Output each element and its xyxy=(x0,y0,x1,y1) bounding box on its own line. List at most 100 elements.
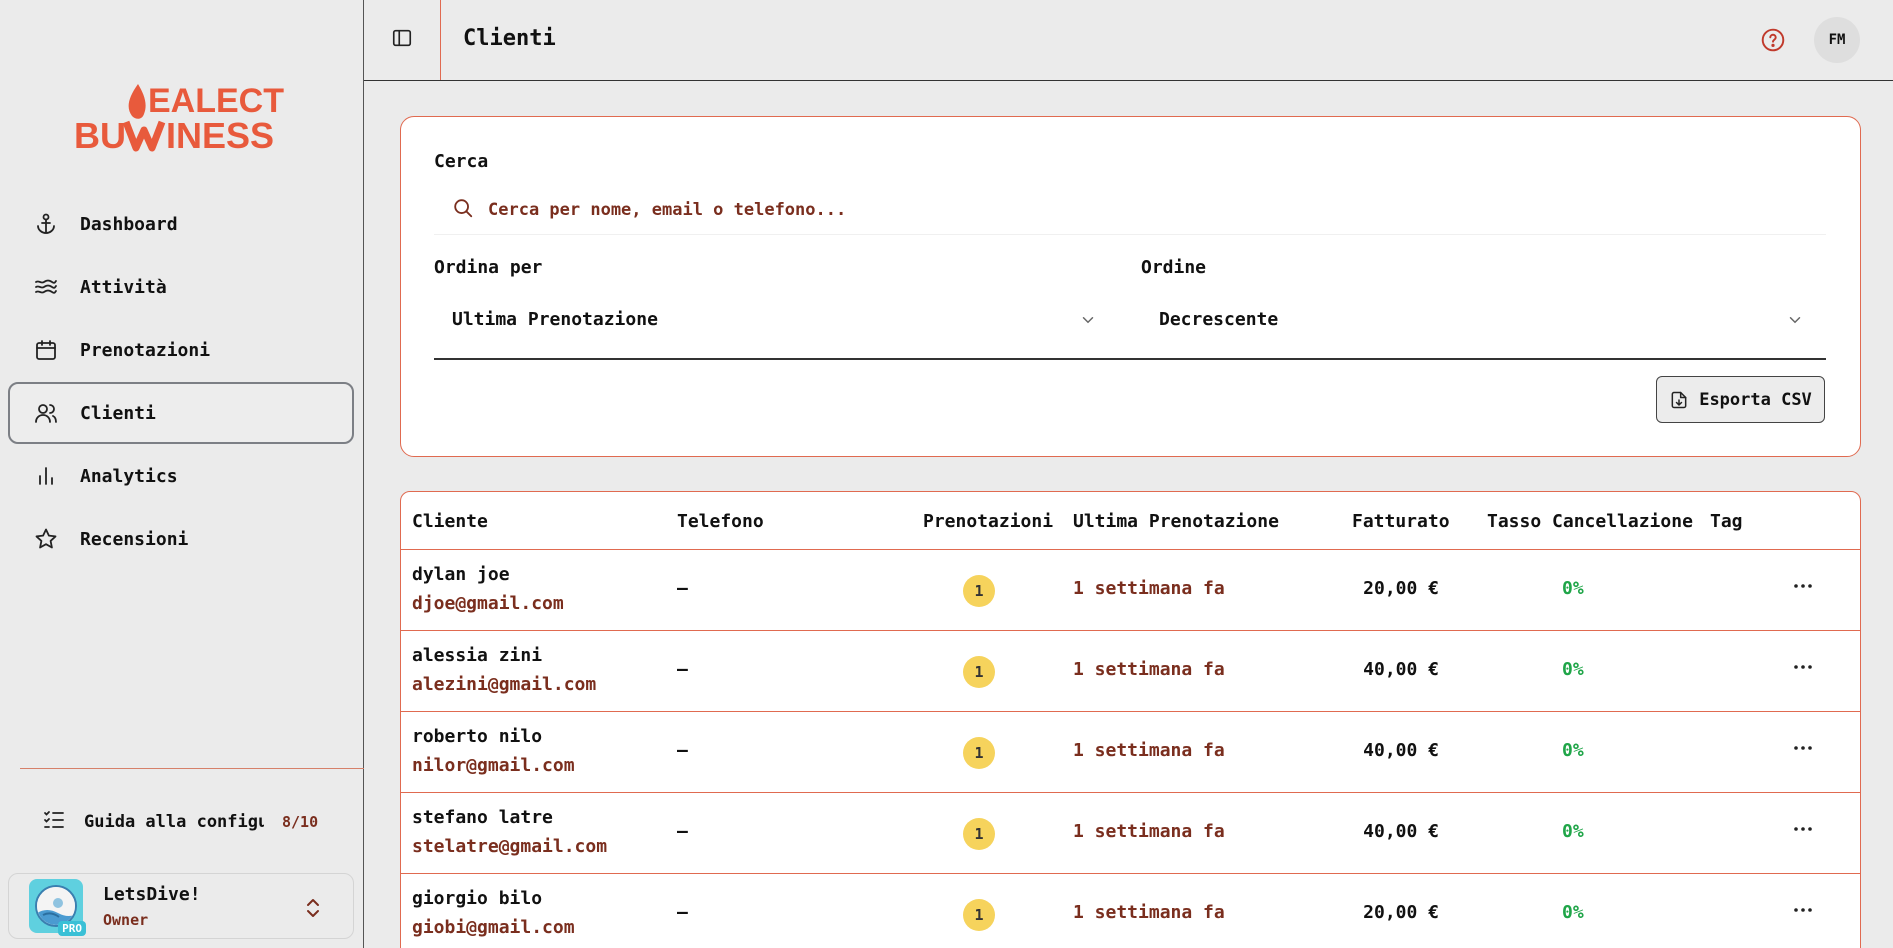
top-bar: Clienti FM xyxy=(364,0,1893,81)
last-booking: 1 settimana fa xyxy=(1073,659,1225,680)
column-header-cliente[interactable]: Cliente xyxy=(412,511,488,532)
waves-icon xyxy=(32,273,60,301)
clients-table: Cliente Telefono Prenotazioni Ultima Pre… xyxy=(400,491,1861,948)
client-name: stefano latre xyxy=(412,807,553,828)
client-name: roberto nilo xyxy=(412,726,543,747)
sidebar-item-label: Attività xyxy=(80,276,167,298)
users-icon xyxy=(32,399,60,427)
sidebar-item-dashboard[interactable]: Dashboard xyxy=(8,193,354,255)
last-booking: 1 settimana fa xyxy=(1073,740,1225,761)
client-phone: – xyxy=(677,659,688,680)
setup-guide-link[interactable]: Guida alla configu… 8/10 xyxy=(42,806,332,838)
last-booking: 1 settimana fa xyxy=(1073,578,1225,599)
sidebar-nav: Dashboard Attività Prenotazioni Clienti … xyxy=(8,193,354,571)
search-field xyxy=(434,185,1826,235)
client-email: djoe@gmail.com xyxy=(412,593,564,614)
anchor-icon xyxy=(32,210,60,238)
sidebar-item-label: Analytics xyxy=(80,465,178,487)
brand-logo[interactable]: EALECT BU INESS xyxy=(70,76,290,156)
table-row[interactable]: alessia zini alezini@gmail.com – 1 1 set… xyxy=(401,631,1860,712)
revenue: 40,00 € xyxy=(1363,821,1439,842)
order-label: Ordine xyxy=(1141,257,1207,278)
account-name: LetsDive! xyxy=(103,883,201,905)
column-header-prenotazioni[interactable]: Prenotazioni xyxy=(923,511,1053,532)
client-email: stelatre@gmail.com xyxy=(412,836,608,857)
cancellation-rate: 0% xyxy=(1562,902,1584,923)
setup-guide-progress: 8/10 xyxy=(282,813,319,831)
last-booking: 1 settimana fa xyxy=(1073,902,1225,923)
more-horizontal-icon[interactable] xyxy=(1791,736,1815,765)
client-phone: – xyxy=(677,821,688,842)
user-avatar-button[interactable]: FM xyxy=(1814,17,1860,63)
help-circle-icon xyxy=(1760,28,1786,57)
bookings-count-badge: 1 xyxy=(963,575,995,607)
cancellation-rate: 0% xyxy=(1562,740,1584,761)
sidebar-item-clienti[interactable]: Clienti xyxy=(8,382,354,444)
export-csv-label: Esporta CSV xyxy=(1699,389,1812,410)
sidebar-item-analytics[interactable]: Analytics xyxy=(8,445,354,507)
column-header-tasso-cancellazione[interactable]: Tasso Cancellazione xyxy=(1487,511,1693,532)
sidebar-item-label: Recensioni xyxy=(80,528,189,550)
sort-label: Ordina per xyxy=(434,257,543,278)
last-booking: 1 settimana fa xyxy=(1073,821,1225,842)
table-row[interactable]: roberto nilo nilor@gmail.com – 1 1 setti… xyxy=(401,712,1860,793)
order-value: Decrescente xyxy=(1159,308,1279,330)
sidebar-item-label: Dashboard xyxy=(80,213,178,235)
revenue: 40,00 € xyxy=(1363,659,1439,680)
table-row[interactable]: stefano latre stelatre@gmail.com – 1 1 s… xyxy=(401,793,1860,874)
search-label: Cerca xyxy=(434,151,489,172)
chevron-down-icon xyxy=(1079,311,1097,334)
help-button[interactable] xyxy=(1760,27,1788,55)
column-header-tag[interactable]: Tag xyxy=(1710,511,1743,532)
setup-guide-label: Guida alla configu… xyxy=(84,812,264,832)
filters-divider xyxy=(434,358,1826,360)
sidebar-divider xyxy=(20,768,364,769)
sidebar-item-attivita[interactable]: Attività xyxy=(8,256,354,318)
sort-by-select[interactable]: Ultima Prenotazione xyxy=(434,293,1119,345)
account-switcher[interactable]: PRO LetsDive! Owner xyxy=(8,873,354,939)
client-email: alezini@gmail.com xyxy=(412,674,597,695)
client-name: giorgio bilo xyxy=(412,888,543,909)
cancellation-rate: 0% xyxy=(1562,821,1584,842)
table-row[interactable]: giorgio bilo giobi@gmail.com – 1 1 setti… xyxy=(401,874,1860,948)
page-title: Clienti xyxy=(463,26,556,51)
table-header: Cliente Telefono Prenotazioni Ultima Pre… xyxy=(401,492,1860,550)
calendar-icon xyxy=(32,336,60,364)
filters-card: Cerca Ordina per Ultima Prenotazione Ord… xyxy=(400,116,1861,457)
bar-chart-icon xyxy=(32,462,60,490)
star-icon xyxy=(32,525,60,553)
search-input[interactable] xyxy=(488,199,1788,220)
client-name: dylan joe xyxy=(412,564,510,585)
revenue: 40,00 € xyxy=(1363,740,1439,761)
sidebar-item-prenotazioni[interactable]: Prenotazioni xyxy=(8,319,354,381)
column-header-fatturato[interactable]: Fatturato xyxy=(1352,511,1450,532)
chevron-down-icon xyxy=(1786,311,1804,334)
sidebar: EALECT BU INESS Dashboard Attività Preno… xyxy=(0,0,364,948)
order-select[interactable]: Decrescente xyxy=(1141,293,1826,345)
table-row[interactable]: dylan joe djoe@gmail.com – 1 1 settimana… xyxy=(401,550,1860,631)
more-horizontal-icon[interactable] xyxy=(1791,655,1815,684)
file-download-icon xyxy=(1669,390,1689,410)
search-icon xyxy=(452,197,474,223)
account-role: Owner xyxy=(103,910,149,929)
client-phone: – xyxy=(677,740,688,761)
client-phone: – xyxy=(677,902,688,923)
more-horizontal-icon[interactable] xyxy=(1791,898,1815,927)
more-horizontal-icon[interactable] xyxy=(1791,817,1815,846)
pro-badge: PRO xyxy=(58,921,86,936)
revenue: 20,00 € xyxy=(1363,902,1439,923)
sidebar-item-label: Clienti xyxy=(80,402,156,424)
more-horizontal-icon[interactable] xyxy=(1791,574,1815,603)
panel-left-icon xyxy=(391,27,413,53)
sidebar-item-recensioni[interactable]: Recensioni xyxy=(8,508,354,570)
checklist-icon xyxy=(42,808,66,836)
cancellation-rate: 0% xyxy=(1562,578,1584,599)
sidebar-toggle-button[interactable] xyxy=(364,0,441,80)
client-phone: – xyxy=(677,578,688,599)
export-csv-button[interactable]: Esporta CSV xyxy=(1656,376,1825,423)
svg-text:INESS: INESS xyxy=(166,115,274,156)
client-email: nilor@gmail.com xyxy=(412,755,575,776)
column-header-telefono[interactable]: Telefono xyxy=(677,511,764,532)
column-header-ultima-prenotazione[interactable]: Ultima Prenotazione xyxy=(1073,511,1279,532)
chevrons-up-down-icon xyxy=(303,896,323,924)
